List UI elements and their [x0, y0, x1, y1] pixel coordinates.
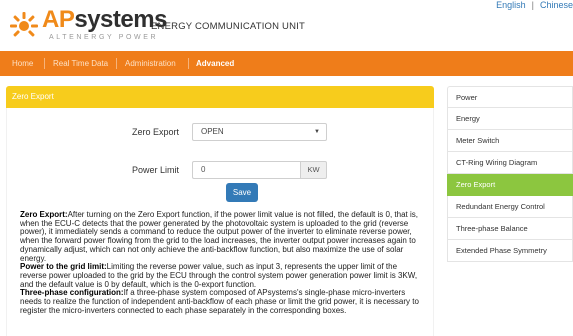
- sidebar-item-redundant-energy-control[interactable]: Redundant Energy Control: [447, 196, 573, 218]
- brand-name: APsystems: [42, 6, 167, 34]
- power-limit-label: Power Limit: [131, 165, 179, 175]
- nav-item-administration[interactable]: Administration: [125, 51, 176, 76]
- brand-logo[interactable]: APsystems ALTENERGY POWER: [7, 6, 167, 43]
- nav-divider: [188, 58, 189, 69]
- help-heading: Zero Export:: [20, 210, 68, 219]
- sidebar-item-ct-ring-wiring-diagram[interactable]: CT-Ring Wiring Diagram: [447, 152, 573, 174]
- help-heading: Power to the grid limit:: [20, 262, 107, 272]
- zero-export-select[interactable]: OPEN ▼: [192, 123, 327, 141]
- sidebar-item-three-phase-balance[interactable]: Three-phase Balance: [447, 218, 573, 240]
- sidebar-menu: Power Energy Meter Switch CT-Ring Wiring…: [447, 86, 573, 262]
- nav-item-advanced[interactable]: Advanced: [196, 51, 234, 76]
- language-english-link[interactable]: English: [496, 0, 526, 10]
- sidebar-item-energy[interactable]: Energy: [447, 108, 573, 130]
- help-description: Zero Export:After turning on the Zero Ex…: [20, 210, 420, 315]
- help-paragraph-zero-export: Zero Export:After turning on the Zero Ex…: [20, 210, 420, 263]
- nav-item-home[interactable]: Home: [12, 51, 33, 76]
- language-separator: |: [531, 0, 534, 10]
- help-paragraph-grid-limit: Power to the grid limit:Limiting the rev…: [20, 262, 420, 289]
- power-limit-unit: KW: [300, 161, 327, 179]
- nav-item-real-time-data[interactable]: Real Time Data: [53, 51, 108, 76]
- nav-divider: [44, 58, 45, 69]
- help-heading: Three-phase configuration:: [20, 288, 124, 298]
- brand-prefix: AP: [42, 6, 75, 33]
- panel-title: Zero Export: [12, 92, 54, 101]
- zero-export-label: Zero Export: [131, 127, 179, 137]
- sidebar-item-extended-phase-symmetry[interactable]: Extended Phase Symmetry: [447, 240, 573, 262]
- sidebar-item-meter-switch[interactable]: Meter Switch: [447, 130, 573, 152]
- nav-divider: [116, 58, 117, 69]
- help-text: After turning on the Zero Export functio…: [20, 210, 418, 263]
- power-limit-value: 0: [201, 165, 206, 174]
- app-title: ENERGY COMMUNICATION UNIT: [151, 21, 306, 32]
- power-limit-input[interactable]: 0: [192, 161, 300, 179]
- language-chinese-link[interactable]: Chinese: [540, 0, 573, 10]
- zero-export-selected-value: OPEN: [201, 127, 224, 136]
- main-nav: Home Real Time Data Administration Advan…: [0, 51, 573, 76]
- sidebar-item-power[interactable]: Power: [447, 86, 573, 108]
- panel-header: Zero Export: [6, 86, 434, 108]
- apsystems-logo-icon: [10, 12, 38, 37]
- sidebar-item-zero-export[interactable]: Zero Export: [447, 174, 573, 196]
- help-paragraph-three-phase: Three-phase configuration:If a three-pha…: [20, 288, 420, 315]
- save-button[interactable]: Save: [226, 183, 258, 202]
- language-switcher: English | Chinese: [496, 0, 573, 12]
- caret-down-icon: ▼: [314, 129, 320, 135]
- brand-tagline: ALTENERGY POWER: [49, 34, 159, 41]
